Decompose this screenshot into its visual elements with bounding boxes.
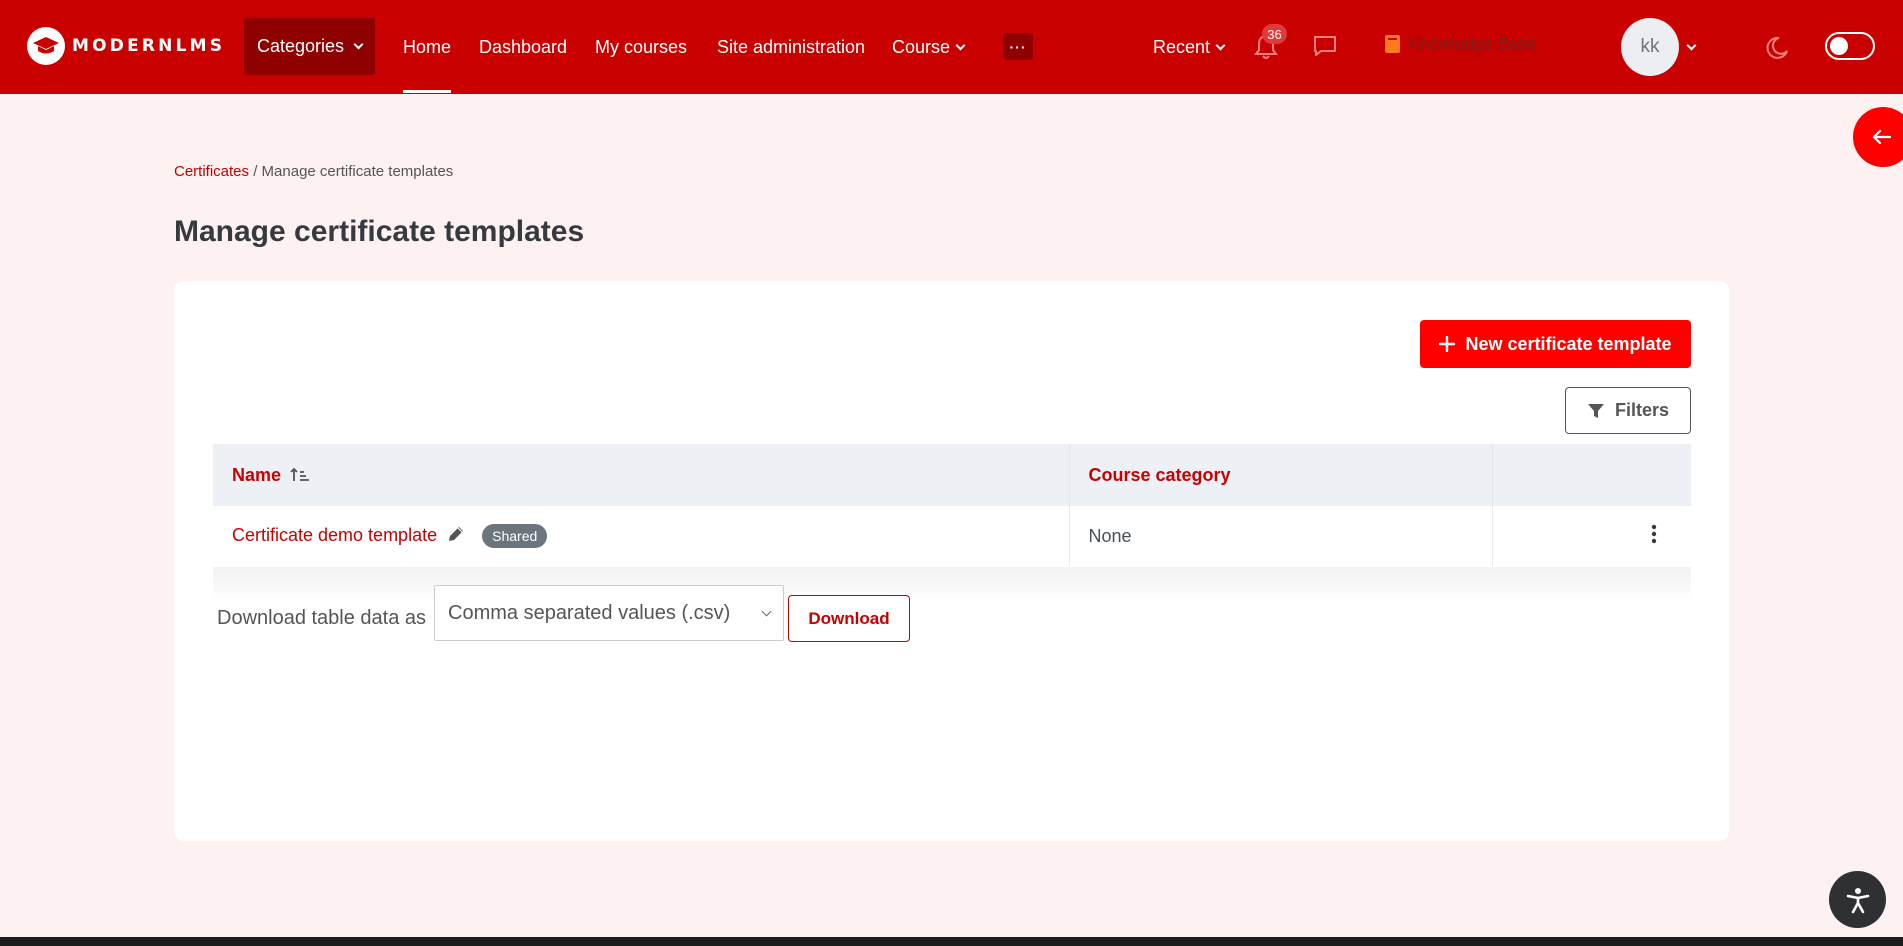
filter-icon (1587, 403, 1604, 418)
accessibility-button[interactable] (1829, 871, 1886, 928)
chevron-down-icon[interactable] (1686, 40, 1697, 51)
breadcrumb-certificates-link[interactable]: Certificates (174, 163, 249, 180)
chevron-down-icon (955, 40, 966, 50)
nav-home[interactable]: Home (403, 0, 451, 94)
sort-ascending-icon (290, 467, 310, 481)
new-certificate-template-label: New certificate template (1465, 333, 1672, 354)
footer-strip (0, 937, 1903, 946)
page-title: Manage certificate templates (174, 215, 585, 248)
drawer-toggle-button[interactable] (1853, 107, 1903, 167)
avatar[interactable]: kk (1621, 18, 1679, 76)
nav-course-dropdown[interactable]: Course (892, 0, 966, 94)
column-header-name-label: Name (232, 464, 282, 485)
top-navbar: MODERNLMS Categories Home Dashboard My c… (0, 0, 1903, 94)
nav-my-courses[interactable]: My courses (595, 0, 687, 94)
breadcrumb-current: Manage certificate templates (261, 163, 454, 180)
cell-name: Certificate demo template Shared (213, 506, 1070, 566)
moon-icon[interactable] (1764, 34, 1790, 65)
nav-recent-dropdown[interactable]: Recent (1153, 0, 1226, 94)
nav-recent-label: Recent (1153, 36, 1211, 57)
nav-course-label: Course (892, 36, 951, 57)
nav-active-indicator (403, 90, 451, 93)
new-certificate-template-button[interactable]: New certificate template (1420, 320, 1691, 368)
cell-actions (1492, 506, 1691, 566)
download-format-select[interactable]: Comma separated values (.csv) (434, 585, 784, 641)
book-icon (1385, 35, 1400, 53)
nav-dashboard-label: Dashboard (479, 36, 568, 57)
template-name-link[interactable]: Certificate demo template (232, 525, 437, 545)
nav-more-button[interactable]: ··· (1003, 33, 1033, 60)
nav-site-administration-label: Site administration (717, 36, 866, 57)
brand-logo-link[interactable]: MODERNLMS (27, 27, 225, 65)
chevron-down-icon (353, 39, 364, 50)
nav-my-courses-label: My courses (595, 36, 688, 57)
nav-categories-label: Categories (256, 36, 345, 56)
brand-name: MODERNLMS (72, 36, 226, 56)
cell-course-category: None (1069, 506, 1493, 566)
knowledge-base-label: Knowledge Base (1409, 34, 1537, 53)
chevron-down-icon (761, 606, 772, 617)
shared-badge: Shared (482, 524, 548, 549)
table-row: Certificate demo template Shared None (213, 506, 1691, 566)
column-header-actions (1492, 444, 1691, 506)
dark-mode-toggle[interactable] (1825, 32, 1875, 60)
chevron-down-icon (1215, 40, 1226, 50)
download-format-value: Comma separated values (.csv) (448, 601, 731, 624)
notification-count-badge: 36 (1262, 24, 1287, 44)
kebab-menu-icon[interactable] (1651, 524, 1657, 544)
table-header-row: Name Course category (213, 444, 1691, 506)
filters-button[interactable]: Filters (1565, 387, 1691, 434)
chat-icon[interactable] (1312, 34, 1338, 63)
templates-table: Name Course category Certificate demo te… (213, 444, 1691, 566)
plus-icon (1439, 336, 1456, 352)
column-header-course-category: Course category (1069, 444, 1493, 506)
accessibility-icon (1846, 887, 1869, 913)
download-button[interactable]: Download (788, 595, 910, 642)
nav-site-administration[interactable]: Site administration (717, 0, 865, 94)
pencil-icon[interactable] (446, 524, 466, 544)
knowledge-base-link[interactable]: Knowledge Base (1384, 34, 1537, 54)
column-header-name[interactable]: Name (213, 444, 1070, 506)
nav-home-label: Home (403, 36, 452, 57)
nav-dashboard[interactable]: Dashboard (479, 0, 567, 94)
breadcrumb-separator: / (253, 163, 258, 180)
filters-label: Filters (1614, 400, 1670, 420)
nav-categories-dropdown[interactable]: Categories (244, 18, 375, 75)
graduation-cap-icon (27, 27, 65, 65)
arrow-left-icon (1872, 129, 1891, 145)
toggle-knob (1830, 37, 1848, 55)
breadcrumb: Certificates / Manage certificate templa… (174, 163, 453, 180)
download-label: Download table data as (217, 607, 427, 629)
